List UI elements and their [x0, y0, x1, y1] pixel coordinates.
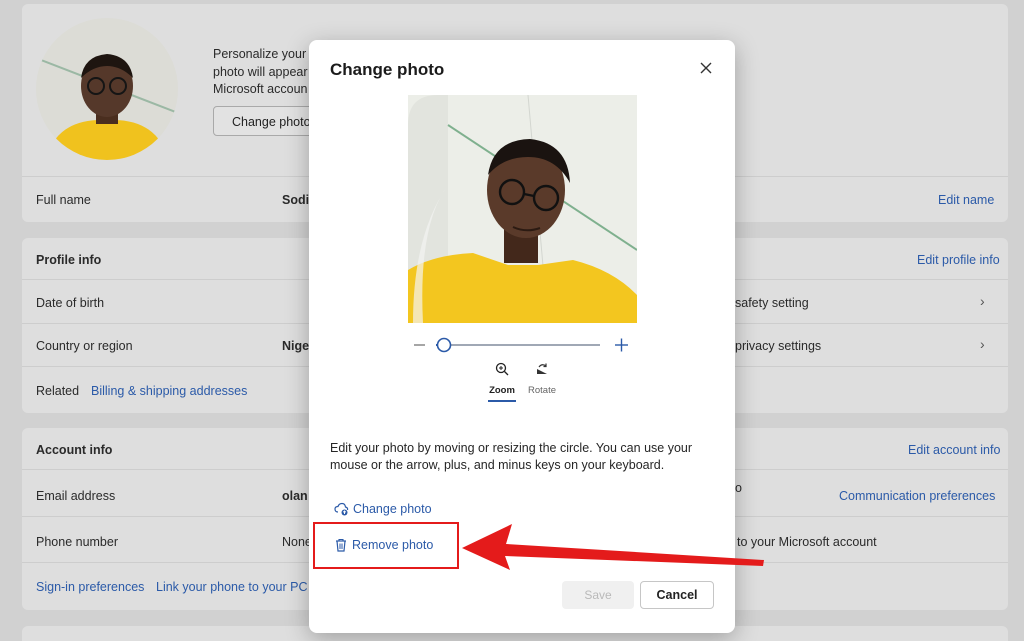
edit-profile-info-link[interactable]: Edit profile info — [917, 253, 1000, 267]
zoom-icon — [495, 362, 509, 376]
dialog-title: Change photo — [330, 60, 445, 79]
privacy-settings-text[interactable]: privacy settings — [735, 339, 821, 353]
save-button[interactable]: Save — [562, 581, 634, 609]
profile-avatar — [36, 18, 178, 160]
rotate-label: Rotate — [528, 385, 556, 396]
email-value: olan — [282, 489, 308, 503]
photo-editor-canvas[interactable] — [408, 95, 637, 323]
related-label: Related — [36, 384, 80, 398]
communication-preferences-link[interactable]: Communication preferences — [839, 489, 995, 503]
signin-preferences-link[interactable]: Sign-in preferences — [36, 580, 144, 594]
change-photo-label: Change photo — [353, 502, 432, 516]
intro-line-3: Microsoft accoun — [213, 82, 308, 96]
close-icon[interactable] — [698, 60, 714, 76]
dialog-description: Edit your photo by moving or resizing th… — [330, 441, 693, 472]
billing-addresses-link[interactable]: Billing & shipping addresses — [91, 384, 247, 398]
chevron-right-icon: › — [980, 336, 985, 352]
full-name-label: Full name — [36, 193, 91, 207]
profile-info-heading: Profile info — [36, 253, 102, 267]
annotation-arrow-icon — [462, 524, 764, 570]
slider-thumb — [436, 337, 452, 353]
safety-setting-text[interactable]: safety setting — [735, 296, 809, 310]
full-name-value: Sodi — [282, 193, 310, 207]
annotation-highlight-box — [313, 522, 459, 569]
partial-text: o — [735, 481, 742, 495]
dob-label: Date of birth — [36, 296, 105, 310]
phone-value: None — [282, 535, 312, 549]
country-value: Nige — [282, 339, 310, 353]
link-phone-link[interactable]: Link your phone to your PC — [156, 580, 307, 594]
rotate-tab[interactable]: Rotate — [525, 362, 559, 402]
phone-label: Phone number — [36, 535, 119, 549]
cancel-button[interactable]: Cancel — [640, 581, 714, 609]
rotate-icon — [537, 363, 547, 374]
cloud-upload-icon — [334, 502, 349, 516]
zoom-tab[interactable]: Zoom — [485, 362, 519, 402]
zoom-label: Zoom — [489, 385, 515, 396]
change-photo-action[interactable]: Change photo — [334, 502, 432, 516]
chevron-right-icon: › — [980, 293, 985, 309]
intro-line-1: Personalize your a — [213, 47, 317, 61]
background-change-photo-button[interactable]: Change photo — [213, 106, 323, 136]
edit-account-info-link[interactable]: Edit account info — [908, 443, 1000, 457]
zoom-slider[interactable] — [414, 335, 630, 355]
email-label: Email address — [36, 489, 116, 503]
intro-line-2: photo will appear — [213, 65, 308, 79]
country-label: Country or region — [36, 339, 133, 353]
edit-name-link[interactable]: Edit name — [938, 193, 994, 207]
account-info-heading: Account info — [36, 443, 113, 457]
